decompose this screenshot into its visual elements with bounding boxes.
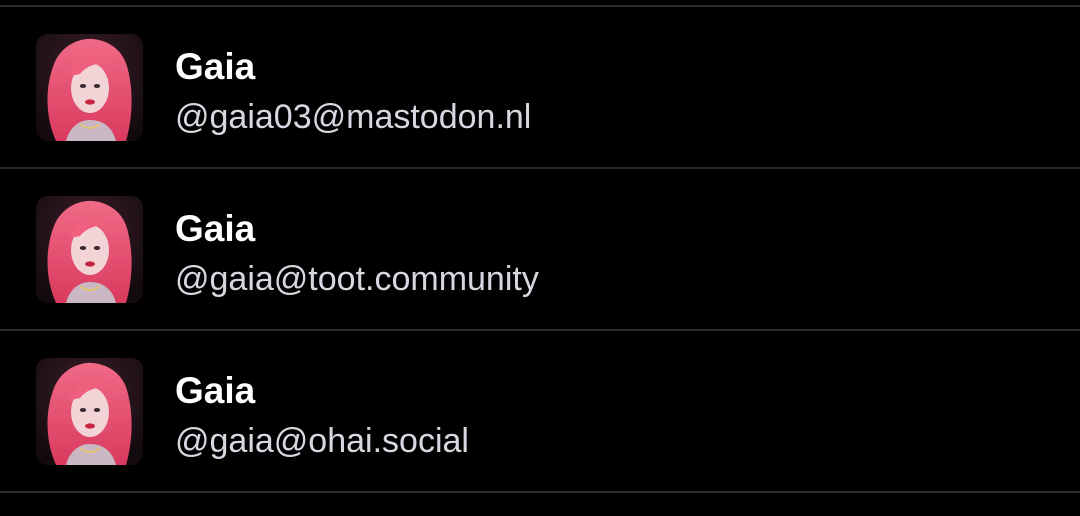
account-row[interactable]: Gaia @gaia03@mastodon.nl (0, 7, 1080, 169)
avatar[interactable] (36, 196, 143, 303)
account-handle: @gaia03@mastodon.nl (175, 98, 532, 136)
account-list: Gaia @gaia03@mastodon.nl Gaia @gaia@toot… (0, 7, 1080, 493)
account-handle: @gaia@toot.community (175, 260, 539, 298)
account-row[interactable]: Gaia @gaia@toot.community (0, 169, 1080, 331)
avatar[interactable] (36, 34, 143, 141)
avatar[interactable] (36, 358, 143, 465)
display-name: Gaia (175, 370, 256, 411)
account-handle: @gaia@ohai.social (175, 422, 469, 460)
display-name: Gaia (175, 46, 256, 87)
account-row[interactable]: Gaia @gaia@ohai.social (0, 331, 1080, 493)
display-name: Gaia (175, 208, 256, 249)
